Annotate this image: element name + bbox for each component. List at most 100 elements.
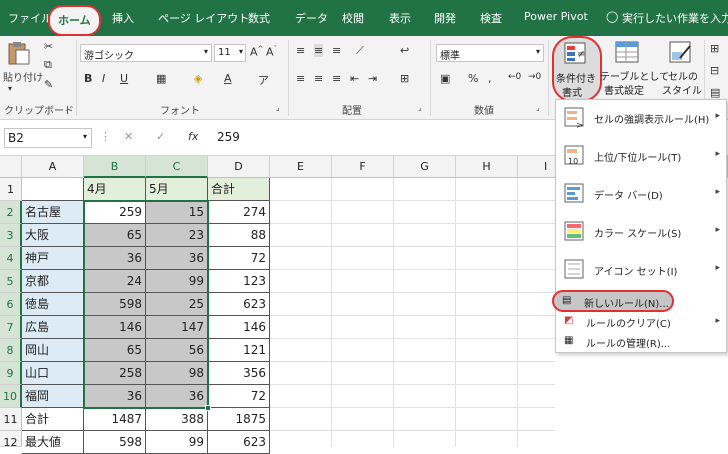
row-header[interactable]: 5: [0, 270, 22, 293]
cell-d3[interactable]: 88: [208, 224, 270, 247]
font-size-box[interactable]: 11 ▾: [214, 44, 246, 62]
cell-d1[interactable]: 合計: [208, 178, 270, 201]
cell-b11[interactable]: 1487: [84, 408, 146, 431]
row-header[interactable]: 2: [0, 201, 22, 224]
cell-c3[interactable]: 23: [146, 224, 208, 247]
cell-a8[interactable]: 岡山: [22, 339, 84, 362]
decrease-decimal-icon[interactable]: →0: [528, 72, 541, 82]
cell-b10[interactable]: 36: [84, 385, 146, 408]
cell-d2[interactable]: 274: [208, 201, 270, 224]
bold-button[interactable]: B: [84, 72, 92, 85]
cell-a1[interactable]: [22, 178, 84, 201]
cell-d7[interactable]: 146: [208, 316, 270, 339]
column-header-c[interactable]: C: [146, 156, 208, 178]
cell-d5[interactable]: 123: [208, 270, 270, 293]
cell-b8[interactable]: 65: [84, 339, 146, 362]
menu-item-highlight-rules[interactable]: > セルの強調表示ルール(H) ▸: [556, 100, 726, 136]
empty-cells[interactable]: [270, 178, 555, 447]
cell-c11[interactable]: 388: [146, 408, 208, 431]
copy-icon[interactable]: ⧉: [44, 58, 52, 72]
align-top-icon[interactable]: ≡: [296, 44, 305, 57]
menu-item-icon-sets[interactable]: アイコン セット(I) ▸: [556, 252, 726, 288]
dialog-launcher-icon[interactable]: ⌟: [536, 103, 540, 112]
cell-a5[interactable]: 京都: [22, 270, 84, 293]
font-name-box[interactable]: 游ゴシック ▾: [80, 44, 212, 62]
cell-d12[interactable]: 623: [208, 431, 270, 454]
tab-power-pivot[interactable]: Power Pivot: [524, 10, 588, 23]
menu-item-topbottom-rules[interactable]: 10 上位/下位ルール(T) ▸: [556, 138, 726, 174]
column-header-f[interactable]: F: [332, 156, 394, 178]
cell-a4[interactable]: 神戸: [22, 247, 84, 270]
column-header-b[interactable]: B: [84, 156, 146, 178]
cell-d6[interactable]: 623: [208, 293, 270, 316]
row-header[interactable]: 9: [0, 362, 22, 385]
format-cells-icon[interactable]: ▤: [710, 86, 720, 99]
cell-a2[interactable]: 名古屋: [22, 201, 84, 224]
align-middle-icon[interactable]: ≡: [314, 44, 324, 57]
cell-a6[interactable]: 徳島: [22, 293, 84, 316]
name-box[interactable]: B2 ▾: [4, 128, 92, 148]
cell-c4[interactable]: 36: [146, 247, 208, 270]
currency-icon[interactable]: ▣: [440, 72, 450, 85]
tab-home[interactable]: ホーム: [48, 5, 101, 36]
format-as-table-label-1[interactable]: テーブルとして: [600, 68, 669, 83]
cut-icon[interactable]: ✂: [44, 40, 53, 53]
row-header[interactable]: 1: [0, 178, 22, 201]
tab-view[interactable]: 表示: [389, 10, 411, 26]
cell-b7[interactable]: 146: [84, 316, 146, 339]
row-header[interactable]: 3: [0, 224, 22, 247]
cell-a3[interactable]: 大阪: [22, 224, 84, 247]
menu-item-clear-rules[interactable]: ◩ ルールのクリア(C) ▸: [556, 312, 726, 332]
column-header-e[interactable]: E: [270, 156, 332, 178]
paste-icon[interactable]: [6, 40, 32, 66]
paste-dropdown-icon[interactable]: ▾: [8, 84, 12, 93]
cell-c6[interactable]: 25: [146, 293, 208, 316]
cell-b6[interactable]: 598: [84, 293, 146, 316]
select-all-corner[interactable]: [0, 156, 22, 178]
cell-styles-label-1[interactable]: セルの: [668, 68, 698, 83]
fill-color-icon[interactable]: ◈: [194, 72, 202, 85]
percent-button[interactable]: %: [468, 72, 478, 85]
cell-b4[interactable]: 36: [84, 247, 146, 270]
tab-inquire[interactable]: 検査: [480, 10, 502, 26]
insert-function-button[interactable]: fx: [188, 130, 198, 143]
dialog-launcher-icon[interactable]: ⌟: [276, 103, 280, 112]
dialog-launcher-icon[interactable]: ⌟: [418, 103, 422, 112]
format-as-table-icon[interactable]: [614, 40, 642, 66]
delete-cells-icon[interactable]: ⊟: [710, 64, 719, 77]
paste-label[interactable]: 貼り付け: [3, 69, 43, 84]
cell-styles-icon[interactable]: [668, 40, 694, 66]
cell-c5[interactable]: 99: [146, 270, 208, 293]
cell-d8[interactable]: 121: [208, 339, 270, 362]
align-center-icon[interactable]: ≡: [314, 72, 323, 85]
decrease-indent-icon[interactable]: ⇤: [350, 72, 359, 85]
cell-a9[interactable]: 山口: [22, 362, 84, 385]
menu-item-manage-rules[interactable]: ▦ ルールの管理(R)...: [556, 332, 726, 352]
row-header[interactable]: 8: [0, 339, 22, 362]
tab-page-layout[interactable]: ページ レイアウト: [158, 10, 249, 26]
cell-b1[interactable]: 4月: [84, 178, 146, 201]
tab-file[interactable]: ファイル: [8, 10, 52, 26]
wrap-text-icon[interactable]: ↩: [400, 44, 409, 57]
dialog-launcher-icon[interactable]: ⌟: [65, 103, 69, 112]
insert-cells-icon[interactable]: ⊞: [710, 42, 719, 55]
column-header-a[interactable]: A: [22, 156, 84, 178]
cell-c12[interactable]: 99: [146, 431, 208, 454]
tab-data[interactable]: データ: [295, 10, 328, 26]
row-header[interactable]: 10: [0, 385, 22, 408]
row-header[interactable]: 12: [0, 431, 22, 449]
cell-b2-active[interactable]: 259: [84, 201, 146, 224]
comma-button[interactable]: ,: [488, 72, 492, 85]
merge-center-icon[interactable]: ⊞: [400, 72, 409, 85]
cell-styles-label-2[interactable]: スタイル: [662, 82, 702, 97]
font-shrink-icon[interactable]: Aˇ: [266, 45, 277, 59]
format-painter-icon[interactable]: ✎: [44, 78, 53, 91]
increase-decimal-icon[interactable]: ←0: [508, 72, 521, 82]
fill-handle[interactable]: [205, 405, 211, 411]
border-icon[interactable]: ▦: [156, 72, 166, 85]
menu-item-data-bars[interactable]: データ バー(D) ▸: [556, 176, 726, 212]
column-header-h[interactable]: H: [456, 156, 518, 178]
cancel-icon[interactable]: ✕: [124, 130, 133, 143]
font-grow-icon[interactable]: A^: [250, 45, 263, 59]
enter-icon[interactable]: ✓: [156, 130, 165, 143]
